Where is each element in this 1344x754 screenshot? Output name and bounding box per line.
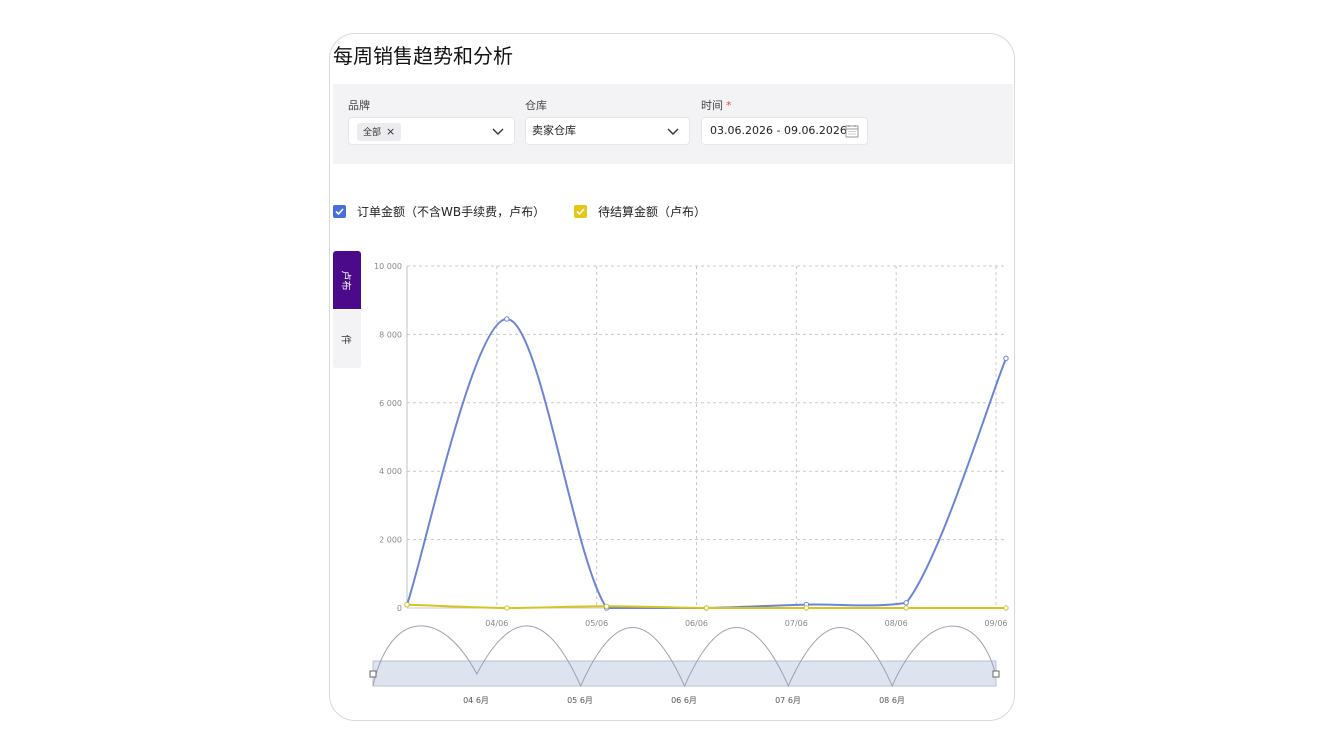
brand-select[interactable]: 全部 × xyxy=(348,117,515,145)
tab-rubles[interactable]: 卢布 xyxy=(333,251,361,309)
tab-pieces-label: 件 xyxy=(339,334,351,344)
time-label: 时间 * xyxy=(701,97,732,113)
date-range-value: 03.06.2026 - 09.06.2026 xyxy=(710,124,847,137)
chevron-down-icon[interactable] xyxy=(492,125,504,137)
date-range-input[interactable]: 03.06.2026 - 09.06.2026 xyxy=(701,117,868,145)
warehouse-select[interactable]: 卖家仓库 xyxy=(525,117,690,145)
checkbox-orders[interactable] xyxy=(333,205,346,218)
check-icon xyxy=(335,208,344,216)
check-icon xyxy=(576,208,585,216)
filters-panel: 品牌 全部 × 仓库 卖家仓库 时间 * 03.06.2026 - 09.06.20… xyxy=(333,84,1013,164)
warehouse-label: 仓库 xyxy=(525,99,547,112)
legend-orders-label: 订单金额（不含WB手续费，卢布） xyxy=(357,205,546,219)
required-mark: * xyxy=(726,99,732,112)
brand-label: 品牌 xyxy=(348,99,370,112)
checkbox-pending[interactable] xyxy=(574,205,587,218)
warehouse-value: 卖家仓库 xyxy=(532,124,576,137)
legend-pending-label: 待结算金额（卢布） xyxy=(598,205,707,219)
remove-chip-icon[interactable]: × xyxy=(386,125,395,138)
chevron-down-icon[interactable] xyxy=(667,125,679,137)
tab-pieces[interactable]: 件 xyxy=(333,310,361,368)
tab-rubles-label: 卢布 xyxy=(339,270,351,290)
brand-chip-label: 全部 xyxy=(363,128,382,138)
brand-chip: 全部 × xyxy=(357,123,402,141)
page-title: 每周销售趋势和分析 xyxy=(333,44,513,68)
calendar-icon[interactable] xyxy=(845,124,859,138)
time-label-text: 时间 xyxy=(701,99,723,112)
